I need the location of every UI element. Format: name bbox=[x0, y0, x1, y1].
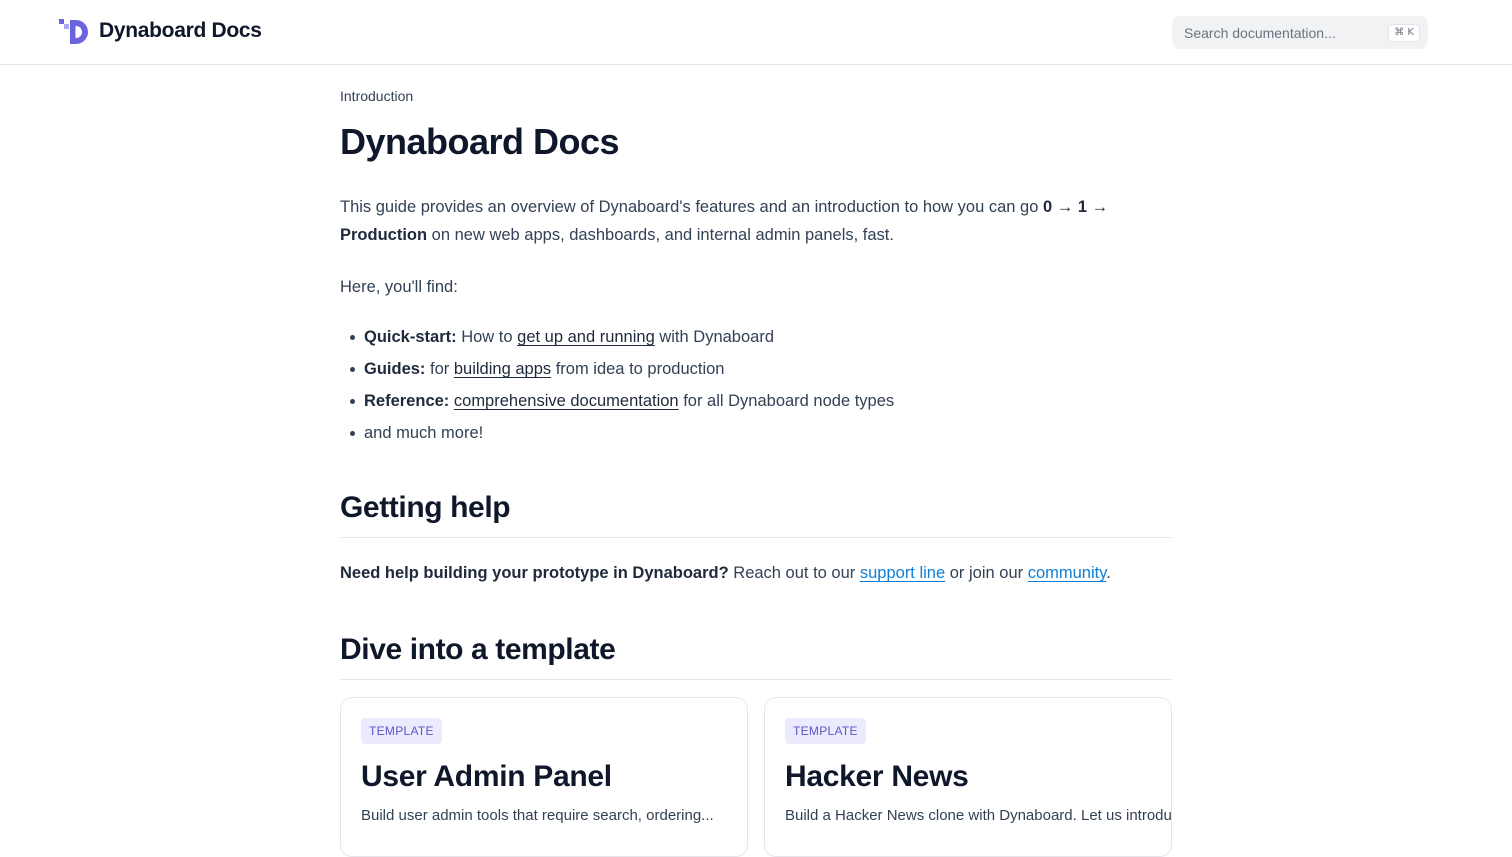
get-up-and-running-link[interactable]: get up and running bbox=[517, 328, 655, 346]
templates-heading: Dive into a template bbox=[340, 631, 1172, 680]
find-intro: Here, you'll find: bbox=[340, 278, 458, 296]
intro-text-end: on new web apps, dashboards, and interna… bbox=[427, 226, 894, 244]
list-item-label: Reference: bbox=[364, 392, 450, 410]
list-item-text: How to bbox=[456, 328, 518, 346]
page-title: Dynaboard Docs bbox=[340, 121, 620, 162]
top-navigation-bar: Dynaboard Docs Search documentation... ⌘… bbox=[0, 0, 1512, 65]
template-card-title: User Admin Panel bbox=[361, 760, 612, 793]
template-badge: TEMPLATE bbox=[361, 718, 442, 744]
list-item-label: Guides: bbox=[364, 360, 426, 378]
template-card-description: Build a Hacker News clone with Dynaboard… bbox=[785, 807, 1172, 824]
template-card-hacker-news[interactable]: TEMPLATE Hacker News Build a Hacker News… bbox=[764, 697, 1172, 857]
list-item-text: for bbox=[425, 360, 454, 378]
template-badge: TEMPLATE bbox=[785, 718, 866, 744]
template-card-description: Build user admin tools that require sear… bbox=[361, 807, 714, 824]
list-item-label: Quick-start: bbox=[364, 328, 457, 346]
search-input[interactable]: Search documentation... ⌘ K bbox=[1172, 16, 1428, 49]
getting-help-heading: Getting help bbox=[340, 489, 1172, 538]
comprehensive-documentation-link[interactable]: comprehensive documentation bbox=[454, 392, 679, 410]
list-item-text: from idea to production bbox=[551, 360, 725, 378]
home-link[interactable]: Dynaboard Docs bbox=[59, 18, 262, 44]
keyboard-shortcut-badge: ⌘ K bbox=[1388, 23, 1420, 42]
help-paragraph: Need help building your prototype in Dyn… bbox=[340, 559, 1111, 587]
search-placeholder: Search documentation... bbox=[1184, 24, 1336, 41]
section-eyebrow: Introduction bbox=[340, 88, 414, 104]
list-item-text: with Dynaboard bbox=[654, 328, 774, 346]
intro-paragraph: This guide provides an overview of Dynab… bbox=[340, 193, 1172, 249]
list-item-reference: Reference: comprehensive documentation f… bbox=[349, 387, 895, 419]
list-item-more: and much more! bbox=[349, 419, 894, 451]
help-text: Reach out to our bbox=[728, 564, 860, 582]
support-line-link[interactable]: support line bbox=[860, 564, 945, 582]
dynaboard-logo-icon bbox=[59, 18, 89, 44]
help-text: or join our bbox=[945, 564, 1028, 582]
help-text: . bbox=[1106, 564, 1111, 582]
list-item-quick-start: Quick-start: How to get up and running w… bbox=[349, 323, 894, 355]
template-card-user-admin-panel[interactable]: TEMPLATE User Admin Panel Build user adm… bbox=[340, 697, 748, 857]
template-card-title: Hacker News bbox=[785, 760, 969, 793]
community-link[interactable]: community bbox=[1028, 564, 1107, 582]
help-bold-text: Need help building your prototype in Dyn… bbox=[340, 564, 729, 582]
brand-name: Dynaboard Docs bbox=[99, 19, 262, 42]
feature-list: Quick-start: How to get up and running w… bbox=[340, 323, 894, 451]
list-item-guides: Guides: for building apps from idea to p… bbox=[349, 355, 894, 387]
list-item-text: for all Dynaboard node types bbox=[678, 392, 895, 410]
building-apps-link[interactable]: building apps bbox=[454, 360, 551, 378]
list-item-text: and much more! bbox=[364, 424, 484, 442]
intro-text: This guide provides an overview of Dynab… bbox=[340, 198, 1043, 216]
